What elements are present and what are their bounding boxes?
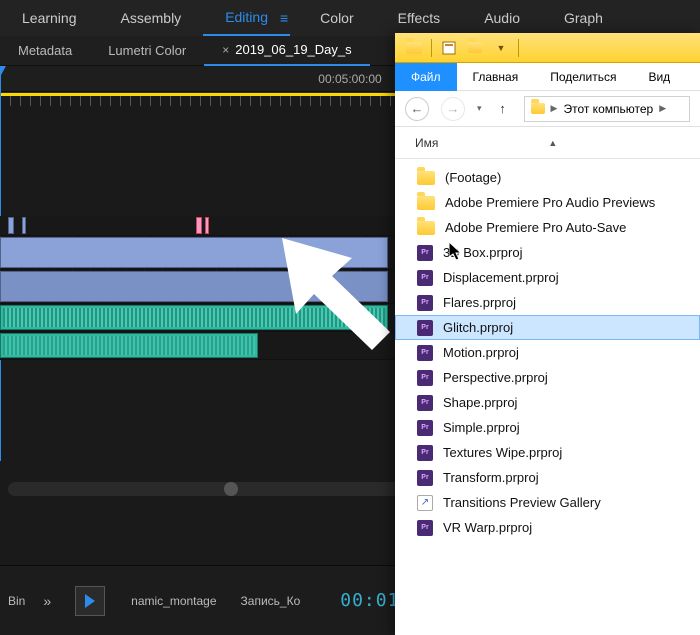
- panel-tab-sequence[interactable]: × 2019_06_19_Day_s: [204, 36, 369, 66]
- nav-back-button[interactable]: ←: [405, 97, 429, 121]
- column-header[interactable]: Имя ▲: [395, 127, 700, 159]
- prproj-icon: [417, 370, 433, 386]
- file-row[interactable]: VR Warp.prproj: [395, 515, 700, 540]
- file-row[interactable]: Glitch.prproj: [395, 315, 700, 340]
- overflow-icon[interactable]: »: [33, 593, 61, 609]
- prproj-icon: [417, 445, 433, 461]
- explorer-app-icon: [405, 39, 423, 57]
- ruler-time-label: 00:05:00:00: [318, 72, 381, 86]
- file-row[interactable]: Adobe Premiere Pro Audio Previews: [395, 190, 700, 215]
- file-name-label: Adobe Premiere Pro Auto-Save: [445, 220, 626, 235]
- qat-properties-icon[interactable]: [440, 39, 458, 57]
- file-row[interactable]: Shape.prproj: [395, 390, 700, 415]
- file-row[interactable]: Displacement.prproj: [395, 265, 700, 290]
- ribbon-tab-view[interactable]: Вид: [632, 63, 686, 91]
- workspace-menu-icon[interactable]: ≡: [280, 10, 288, 26]
- file-list[interactable]: (Footage) Adobe Premiere Pro Audio Previe…: [395, 159, 700, 546]
- file-name-label: VR Warp.prproj: [443, 520, 532, 535]
- panel-tab-metadata[interactable]: Metadata: [0, 36, 90, 66]
- file-row[interactable]: Perspective.prproj: [395, 365, 700, 390]
- qat-dropdown-icon[interactable]: ▼: [492, 39, 510, 57]
- file-row[interactable]: (Footage): [395, 165, 700, 190]
- file-name-label: Transform.prproj: [443, 470, 539, 485]
- file-name-label: Perspective.prproj: [443, 370, 548, 385]
- workspace-tab-effects[interactable]: Effects: [376, 0, 463, 36]
- file-row[interactable]: Textures Wipe.prproj: [395, 440, 700, 465]
- file-explorer-window[interactable]: ▼ Файл Главная Поделиться Вид ← → ▾ ↑ ▶ …: [395, 33, 700, 635]
- prproj-icon: [417, 320, 433, 336]
- workspace-tab-learning[interactable]: Learning: [0, 0, 99, 36]
- quick-access-toolbar: ▼: [395, 33, 700, 63]
- nav-history-dropdown-icon[interactable]: ▾: [477, 103, 482, 114]
- file-row[interactable]: 3D Box.prproj: [395, 240, 700, 265]
- file-name-label: (Footage): [445, 170, 501, 185]
- ribbon-tab-file[interactable]: Файл: [395, 63, 457, 91]
- folder-icon: [417, 171, 435, 185]
- workspace-bar: Learning Assembly Editing ≡ Color Effect…: [0, 0, 700, 36]
- sequence-tab-label: 2019_06_19_Day_s: [235, 42, 351, 57]
- file-row[interactable]: Flares.prproj: [395, 290, 700, 315]
- prproj-icon: [417, 295, 433, 311]
- prproj-icon: [417, 395, 433, 411]
- file-name-label: Flares.prproj: [443, 295, 516, 310]
- workspace-tab-assembly[interactable]: Assembly: [99, 0, 204, 36]
- scroll-thumb[interactable]: [224, 482, 238, 496]
- nav-up-button[interactable]: ↑: [494, 101, 512, 116]
- bin-tab[interactable]: Bin: [0, 594, 33, 608]
- play-icon: [85, 594, 95, 608]
- file-name-label: Adobe Premiere Pro Audio Previews: [445, 195, 655, 210]
- workspace-tab-editing[interactable]: Editing: [203, 0, 290, 36]
- prproj-icon: [417, 420, 433, 436]
- chevron-right-icon[interactable]: ▶: [551, 103, 558, 114]
- ribbon-tabs: Файл Главная Поделиться Вид: [395, 63, 700, 91]
- play-button[interactable]: [75, 586, 105, 616]
- prproj-icon: [417, 245, 433, 261]
- workspace-tab-color[interactable]: Color: [298, 0, 375, 36]
- source-clip-1[interactable]: namic_montage: [119, 594, 228, 608]
- file-row[interactable]: Motion.prproj: [395, 340, 700, 365]
- qat-newfolder-icon[interactable]: [466, 39, 484, 57]
- ribbon-tab-share[interactable]: Поделиться: [534, 63, 632, 91]
- chevron-right-icon[interactable]: ▶: [659, 103, 666, 114]
- panel-tab-lumetri[interactable]: Lumetri Color: [90, 36, 204, 66]
- file-name-label: 3D Box.prproj: [443, 245, 522, 260]
- column-name-header[interactable]: Имя: [415, 136, 438, 150]
- shortcut-icon: ↗: [417, 495, 433, 511]
- file-row[interactable]: Transform.prproj: [395, 465, 700, 490]
- file-name-label: Shape.prproj: [443, 395, 517, 410]
- file-row[interactable]: Adobe Premiere Pro Auto-Save: [395, 215, 700, 240]
- file-name-label: Displacement.prproj: [443, 270, 559, 285]
- nav-toolbar: ← → ▾ ↑ ▶ Этот компьютер ▶: [395, 91, 700, 127]
- breadcrumb-segment[interactable]: Этот компьютер: [563, 102, 653, 116]
- file-name-label: Motion.prproj: [443, 345, 519, 360]
- ribbon-tab-home[interactable]: Главная: [457, 63, 535, 91]
- workspace-tab-graphics[interactable]: Graph: [542, 0, 625, 36]
- address-bar[interactable]: ▶ Этот компьютер ▶: [524, 96, 690, 122]
- folder-icon: [417, 221, 435, 235]
- crumb-folder-icon: [531, 103, 545, 114]
- nav-forward-button[interactable]: →: [441, 97, 465, 121]
- prproj-icon: [417, 345, 433, 361]
- file-name-label: Textures Wipe.prproj: [443, 445, 562, 460]
- sort-indicator-icon: ▲: [548, 138, 557, 148]
- prproj-icon: [417, 270, 433, 286]
- file-row[interactable]: ↗ Transitions Preview Gallery: [395, 490, 700, 515]
- file-name-label: Simple.prproj: [443, 420, 520, 435]
- prproj-icon: [417, 520, 433, 536]
- file-name-label: Transitions Preview Gallery: [443, 495, 601, 510]
- file-row[interactable]: Simple.prproj: [395, 415, 700, 440]
- workspace-tab-audio[interactable]: Audio: [462, 0, 542, 36]
- folder-icon: [417, 196, 435, 210]
- file-name-label: Glitch.prproj: [443, 320, 513, 335]
- source-clip-2[interactable]: Запись_Ко: [229, 594, 313, 608]
- close-icon[interactable]: ×: [222, 43, 229, 57]
- prproj-icon: [417, 470, 433, 486]
